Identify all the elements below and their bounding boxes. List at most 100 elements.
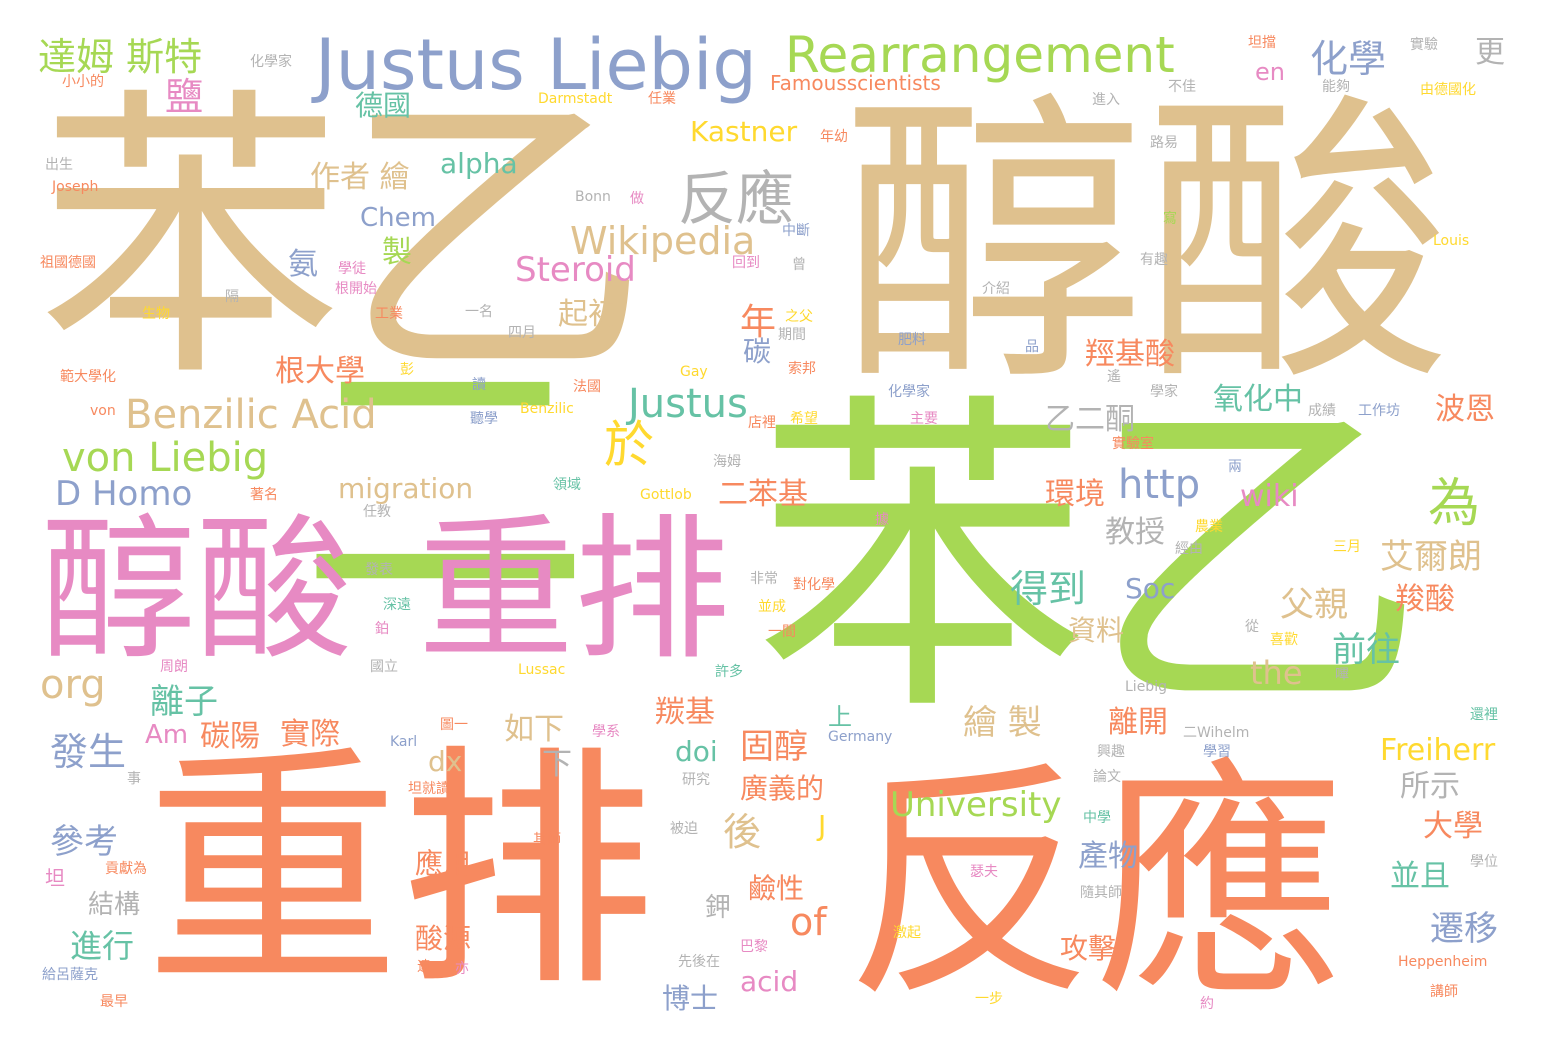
word: 鉑	[375, 621, 389, 637]
word: 前往	[1332, 630, 1400, 670]
word: 化學	[1310, 37, 1387, 81]
word: 氨	[288, 247, 318, 282]
word: 教授	[1105, 515, 1165, 550]
word: 被迫	[670, 821, 698, 837]
word: 能夠	[1322, 79, 1350, 95]
word: 離開	[1108, 705, 1168, 740]
word: Heppenheim	[1398, 954, 1488, 970]
word: 一名	[465, 304, 493, 320]
word: 瑟夫	[970, 864, 998, 880]
word: 先後在	[678, 954, 720, 970]
word: Gay	[680, 364, 708, 380]
word: 遙	[1107, 369, 1121, 385]
word: 二苯基	[718, 477, 808, 512]
word: 達姆 斯特	[38, 35, 203, 79]
word: 資料	[1068, 614, 1125, 647]
word: 氧化中	[1213, 382, 1303, 417]
word: 範大學化	[60, 369, 116, 385]
word: 有趣	[1140, 252, 1168, 268]
word: 寫	[1163, 211, 1177, 227]
word: 一步	[975, 991, 1003, 1007]
word: 希望	[790, 411, 818, 427]
word: 聽學	[470, 411, 498, 427]
word: 艾爾朗	[1380, 537, 1482, 577]
word: 路易	[1150, 135, 1178, 151]
word: 鉀	[705, 893, 732, 923]
word: 店裡	[748, 415, 776, 431]
word: 進入	[1092, 92, 1120, 108]
word: 工業	[375, 306, 403, 322]
word: 深遠	[383, 597, 411, 613]
word: Karl	[390, 734, 418, 750]
word: Liebig	[1125, 679, 1167, 695]
word: Lussac	[518, 662, 566, 678]
word: 根開始	[335, 281, 377, 297]
word: Louis	[1433, 233, 1470, 249]
word: Benzilic Acid	[125, 392, 377, 438]
word: 博士	[662, 982, 719, 1015]
word: 讀	[472, 377, 486, 393]
word: 非常	[750, 571, 778, 587]
word: 產物	[1078, 839, 1138, 874]
word: 品	[1025, 339, 1039, 355]
word: 許多	[715, 664, 743, 680]
word: 學習	[1203, 744, 1231, 760]
word: 貢獻為	[105, 861, 147, 877]
word: 法國	[573, 379, 601, 395]
word: 學位	[1470, 854, 1498, 870]
word: 肥料	[898, 332, 926, 348]
word: http	[1118, 462, 1201, 508]
word: 得到	[1010, 567, 1087, 611]
word: 年幼	[820, 129, 848, 145]
word: 做	[630, 191, 644, 207]
word: 發表	[365, 562, 393, 578]
word: 任教	[363, 504, 391, 520]
word: 參考	[50, 822, 118, 862]
word: wiki	[1240, 479, 1299, 514]
word: 並且	[1390, 859, 1450, 894]
word: 據	[875, 512, 889, 528]
word: 論文	[1093, 769, 1121, 785]
word: University	[890, 785, 1062, 825]
word: 坦擋	[1248, 35, 1276, 51]
word: org	[40, 662, 106, 708]
word: Kastner	[690, 115, 798, 148]
word: 離子	[150, 682, 218, 722]
word: the	[1250, 654, 1303, 692]
word: 學徒	[338, 261, 366, 277]
word: Darmstadt	[538, 91, 613, 107]
word: 波恩	[1435, 392, 1495, 427]
word: Steroid	[515, 250, 636, 290]
word: 曾	[792, 257, 806, 273]
word: 三月	[1333, 539, 1361, 555]
word: 最早	[100, 994, 128, 1010]
word: Freiherr	[1380, 733, 1496, 768]
word: 根大學	[275, 354, 365, 389]
word: 所示	[1400, 769, 1460, 804]
word: 巴黎	[740, 939, 768, 955]
word: 祖國德國	[40, 255, 96, 271]
word: 事	[127, 771, 141, 787]
word: Am	[145, 720, 189, 750]
word: 實驗室	[1112, 436, 1154, 452]
word: 工作坊	[1358, 403, 1400, 419]
word: 二Wihelm	[1183, 725, 1250, 741]
word: 並成	[758, 599, 786, 615]
word: Famousscientists	[770, 71, 941, 95]
word: 進行	[70, 927, 135, 965]
word: 起初	[558, 297, 618, 332]
word: Gottlob	[640, 487, 692, 503]
word: Benzilic	[520, 401, 574, 417]
word: 四月	[508, 325, 536, 341]
word: 著名	[250, 487, 278, 503]
word: 羥基酸	[1085, 337, 1175, 372]
word: 圖一	[440, 717, 468, 733]
word: 索邦	[788, 361, 816, 377]
word: 學家	[1150, 384, 1178, 400]
word: 學系	[592, 724, 620, 740]
word: 出生	[45, 157, 73, 173]
word: 乙二酮	[1045, 402, 1135, 437]
word: 碳	[743, 335, 772, 368]
word: acid	[740, 965, 799, 998]
word: 中斷	[782, 223, 810, 239]
